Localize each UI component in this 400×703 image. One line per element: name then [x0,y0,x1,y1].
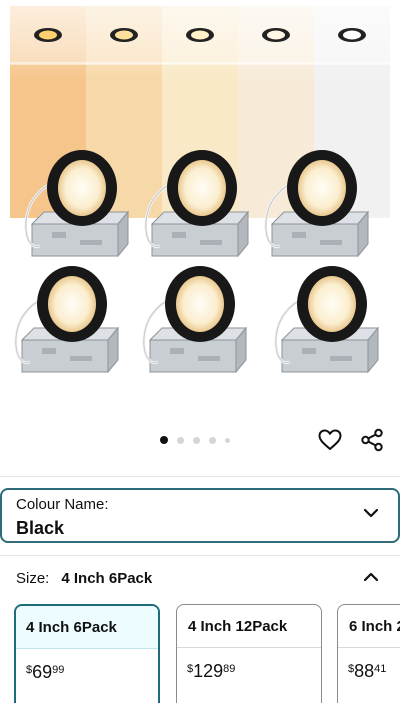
chevron-down-icon [363,508,379,518]
size-option-card[interactable]: 4 Inch 6Pack $6999 [14,604,160,703]
size-option-price: $6999 [26,662,65,682]
size-value: 4 Inch 6Pack [61,570,153,587]
size-label: Size: [16,570,50,587]
heart-icon[interactable] [316,426,344,454]
size-option-name: 4 Inch 6Pack [16,606,158,649]
size-option-price: $8841 [348,661,387,681]
colour-value: Black [16,518,65,538]
size-options: 4 Inch 6Pack $6999 4 Inch 12Pack $12989 … [14,604,400,703]
size-option-name: 4 Inch 12Pack [177,605,321,648]
carousel-dot[interactable] [193,436,200,444]
product-image [10,6,390,374]
carousel-dot[interactable] [225,437,230,443]
image-carousel-dots[interactable] [160,434,230,446]
share-icon[interactable] [358,426,386,454]
colour-dropdown[interactable]: Colour Name: Black [0,488,400,543]
carousel-dot[interactable] [160,436,168,444]
size-option-name: 6 Inch 2 [338,605,400,648]
carousel-dot[interactable] [177,436,184,444]
carousel-dot[interactable] [209,436,216,444]
colour-label: Colour Name: [16,496,109,513]
size-option-price: $12989 [187,661,236,681]
size-option-card[interactable]: 6 Inch 2 $8841 [337,604,400,703]
size-option-card[interactable]: 4 Inch 12Pack $12989 [176,604,322,703]
divider [0,555,400,556]
chevron-up-icon[interactable] [362,568,380,586]
divider [0,476,400,477]
size-header: Size: 4 Inch 6Pack [16,570,152,587]
product-image-gallery[interactable] [0,0,400,420]
